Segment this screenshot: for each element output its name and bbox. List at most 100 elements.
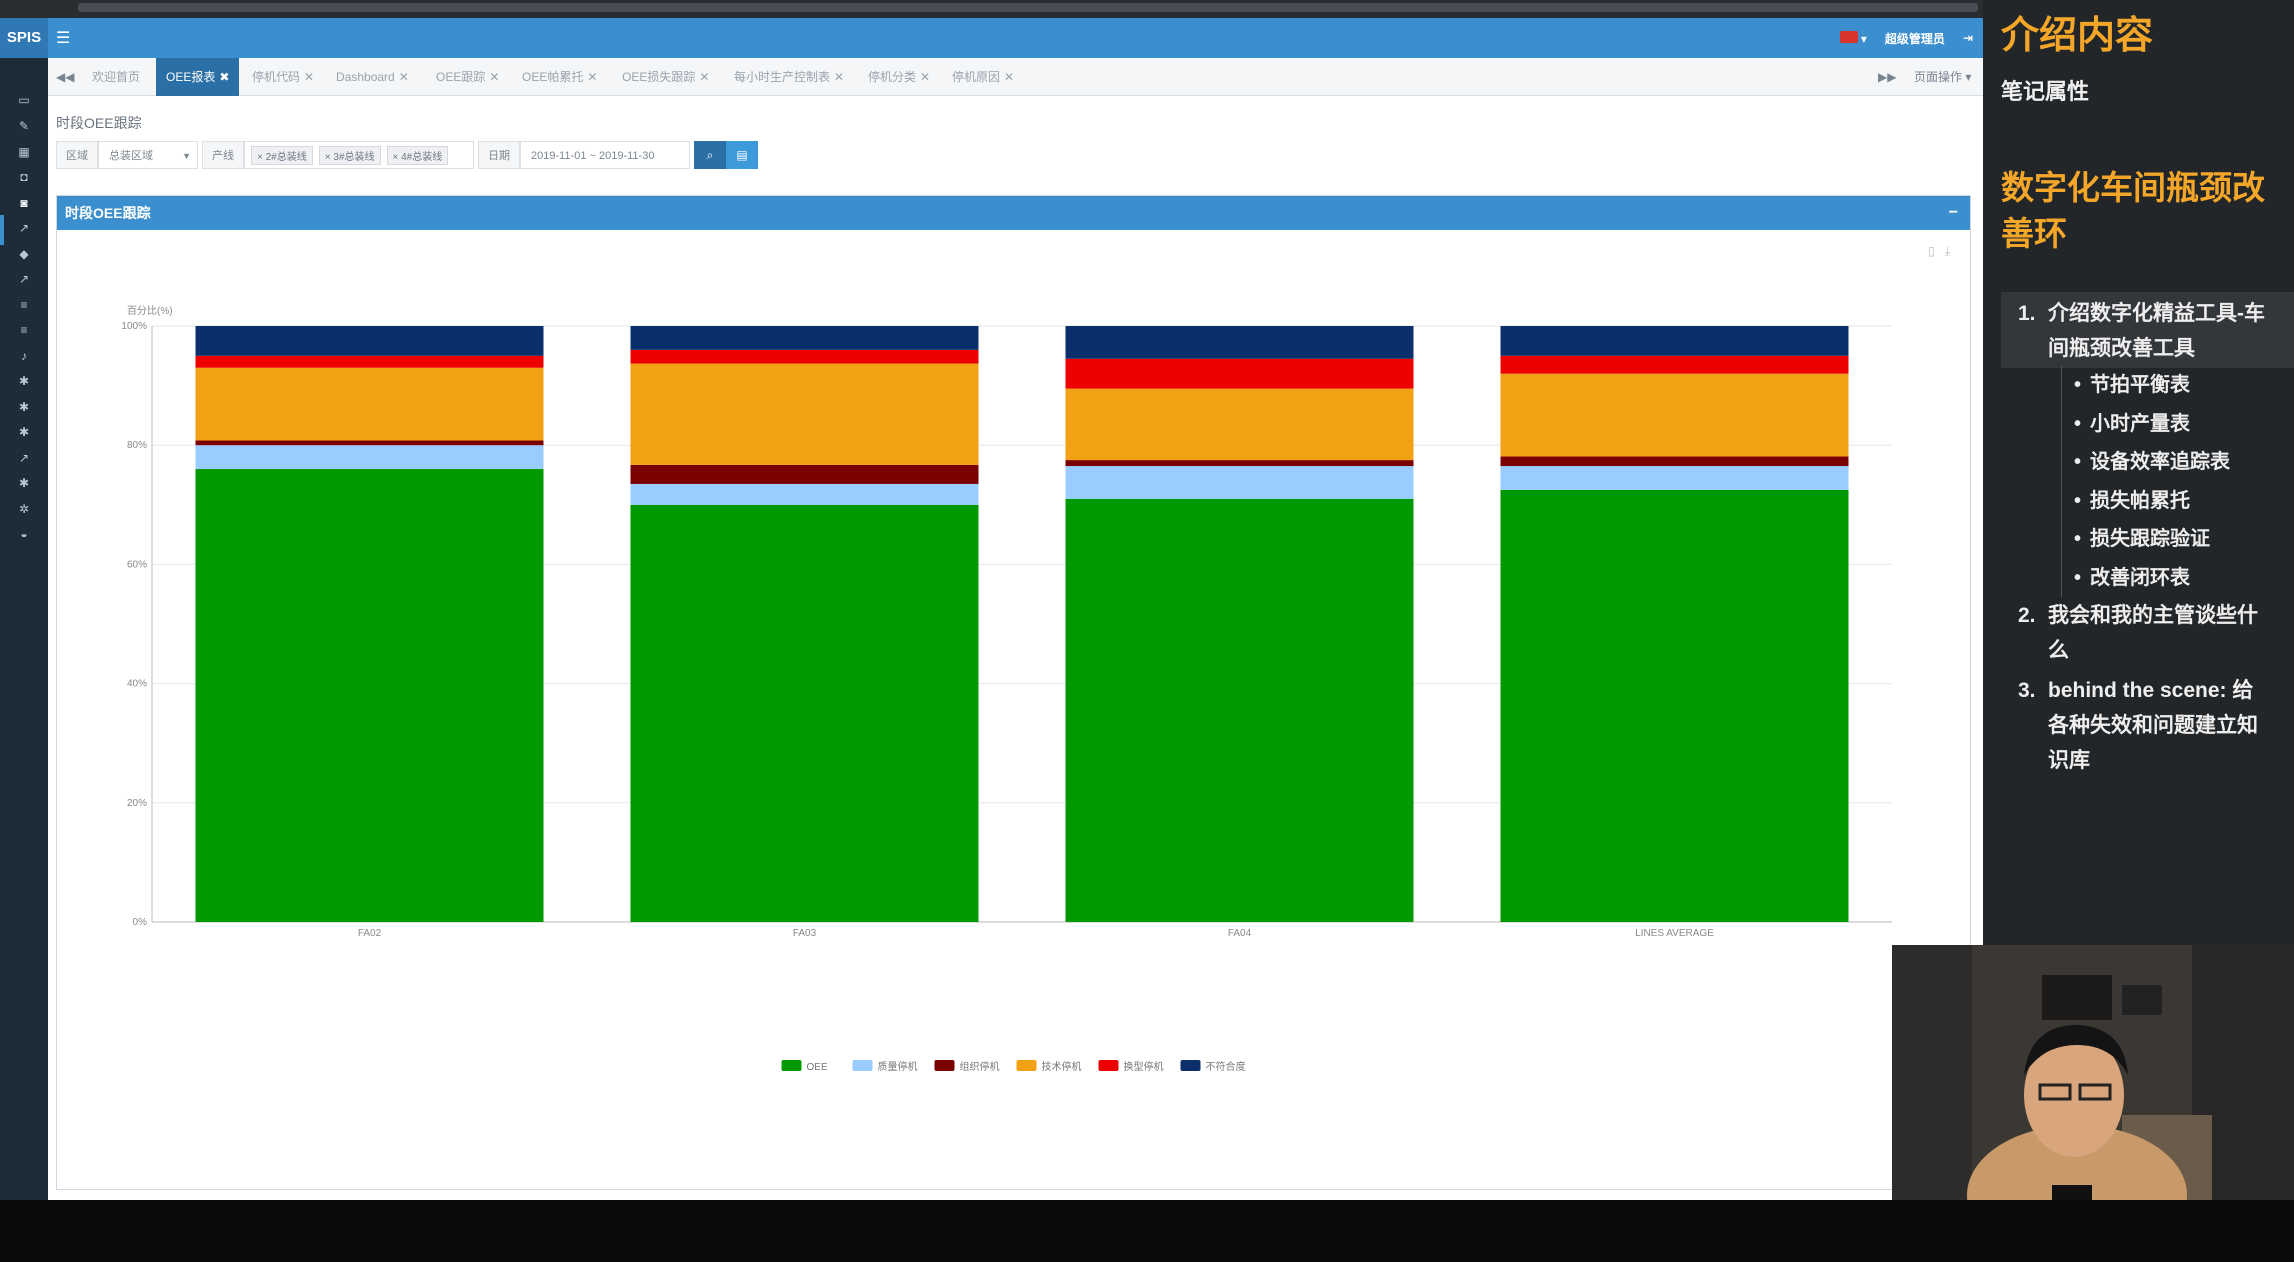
bar-segment [1500, 489, 1849, 922]
bar-segment [1500, 355, 1849, 374]
tab-downtime-category[interactable]: 停机分类 ✕ [858, 58, 940, 96]
tab-oee-pareto[interactable]: OEE帕累托 ✕ [512, 58, 607, 96]
table-icon[interactable]: ≡ [17, 323, 31, 337]
bar-segment [630, 363, 979, 465]
logout-icon[interactable]: ⇥ [1963, 31, 1973, 45]
tab-downtime-reason[interactable]: 停机原因 ✕ [942, 58, 1024, 96]
note-item-num: 3. [2018, 679, 2036, 702]
user-name[interactable]: 超级管理员 [1885, 30, 1945, 47]
tab-dashboard[interactable]: Dashboard ✕ [326, 58, 419, 96]
close-icon[interactable]: ✕ [920, 70, 930, 84]
legend-swatch [1098, 1060, 1119, 1071]
search-icon: ⌕ [706, 148, 714, 162]
line-chart-icon[interactable]: ↗ [17, 221, 31, 235]
monitor-icon[interactable]: ▭ [17, 93, 31, 107]
search-button[interactable]: ⌕ [694, 141, 726, 169]
oee-panel: 时段OEE跟踪 − ▯ ⤓ 0% 20% 40% 60% 80% 100% 百分比(%) FA… [56, 195, 1971, 1190]
line-chip[interactable]: × 2#总装线 [251, 145, 313, 165]
date-range-input[interactable]: 2019-11-01 ~ 2019-11-30 [520, 141, 690, 169]
camera-icon[interactable]: ◘ [17, 170, 31, 184]
notes-title: 介绍内容 [2001, 15, 2154, 57]
note-subitem: 设备效率追踪表 [2062, 443, 2230, 482]
x-tick-label: FA02 [358, 928, 382, 939]
bar-segment [1065, 388, 1414, 461]
wrench-icon[interactable]: ✱ [17, 476, 31, 490]
bar-segment [1065, 460, 1414, 467]
y-axis-label: 百分比(%) [127, 305, 173, 317]
chevron-down-icon: ▼ [182, 151, 191, 161]
y-tick-label: 0% [133, 917, 148, 928]
y-tick-label: 20% [127, 798, 147, 809]
note-item-text: 间瓶颈改善工具 [2048, 337, 2195, 360]
close-icon[interactable]: ✕ [304, 70, 314, 84]
shield-icon[interactable]: ◆ [17, 247, 31, 261]
close-icon[interactable]: ✕ [834, 70, 844, 84]
bar-segment [1500, 326, 1849, 356]
line-chip[interactable]: × 3#总装线 [318, 145, 381, 165]
presenter-webcam [1892, 945, 2294, 1227]
area-select[interactable]: 总装区域 ▼ [98, 141, 198, 169]
language-flag-icon[interactable]: ▾ [1839, 30, 1867, 46]
bar-segment [630, 504, 979, 922]
tab-next-icon[interactable]: ▶▶ [1878, 58, 1896, 96]
legend-swatch [852, 1060, 873, 1071]
bar-segment [195, 469, 544, 922]
area-chart-icon[interactable]: ↗ [17, 451, 31, 465]
tab-oee-tracking[interactable]: OEE跟踪 ✕ [426, 58, 509, 96]
note-subitem: 改善闭环表 [2062, 559, 2230, 598]
bar-segment [1065, 358, 1414, 389]
note-subitem: 损失帕累托 [2062, 482, 2230, 521]
cogs-icon[interactable]: ✲ [17, 502, 31, 516]
legend-swatch [1016, 1060, 1037, 1071]
edit-icon[interactable]: ✎ [17, 119, 31, 133]
close-icon[interactable]: ✕ [1004, 70, 1014, 84]
bar-segment [195, 326, 544, 356]
close-icon[interactable]: ✖ [219, 70, 229, 84]
close-icon[interactable]: ✕ [489, 70, 499, 84]
spis-app: SPIS ☰ ▾ 超级管理员 ⇥ ▭ ✎ ▦ ◘ ◙ ↗ ◆ ↗ ≡ ≡ ♪ ✱… [0, 18, 1983, 1200]
line-chip[interactable]: × 4#总装线 [386, 145, 449, 165]
close-icon[interactable]: ✕ [587, 70, 597, 84]
sidebar: ▭ ✎ ▦ ◘ ◙ ↗ ◆ ↗ ≡ ≡ ♪ ✱ ✱ ✱ ↗ ✱ ✲ ◒ [0, 58, 48, 1200]
notes-heading: 数字化车间瓶颈改善环 [2001, 169, 2265, 252]
settings-icon[interactable]: ✱ [17, 425, 31, 439]
date-label: 日期 [478, 141, 520, 169]
x-tick-label: FA04 [1228, 928, 1252, 939]
tab-hourly-control[interactable]: 每小时生产控制表 ✕ [724, 58, 854, 96]
legend-label: 组织停机 [960, 1060, 1000, 1073]
tab-oee-report[interactable]: OEE报表 ✖ [156, 58, 240, 96]
list-icon[interactable]: ≡ [17, 298, 31, 312]
trend-icon[interactable]: ↗ [17, 272, 31, 286]
y-tick-label: 60% [127, 559, 147, 570]
line-multiselect[interactable]: × 2#总装线 × 3#总装线 × 4#总装线 [244, 141, 474, 169]
bell-icon[interactable]: ♪ [17, 349, 31, 363]
note-item-text: 识库 [2048, 749, 2090, 772]
oee-icon[interactable]: ◙ [17, 196, 31, 210]
gear-icon[interactable]: ✱ [17, 374, 31, 388]
tab-downtime-code[interactable]: 停机代码 ✕ [242, 58, 324, 96]
bar-segment [630, 349, 979, 364]
bar-segment [630, 464, 979, 484]
minimize-icon[interactable]: − [1949, 196, 1958, 230]
bar-segment [630, 483, 979, 505]
bar-segment [195, 440, 544, 446]
menu-icon[interactable]: ☰ [56, 28, 70, 48]
tab-welcome[interactable]: 欢迎首页 [82, 58, 150, 96]
tab-oee-loss-tracking[interactable]: OEE损失跟踪 ✕ [612, 58, 719, 96]
cog-icon[interactable]: ✱ [17, 400, 31, 414]
dashboard-icon[interactable]: ◒ [17, 527, 31, 541]
note-item-num: 1. [2018, 302, 2036, 325]
legend-label: 技术停机 [1042, 1060, 1082, 1073]
calendar-icon[interactable]: ▦ [17, 145, 31, 159]
note-subitems: 节拍平衡表 小时产量表 设备效率追踪表 损失帕累托 损失跟踪验证 改善闭环表 [2061, 366, 2230, 597]
legend-label: 换型停机 [1124, 1060, 1164, 1073]
tab-prev-icon[interactable]: ◀◀ [56, 58, 74, 96]
presenter-video [1892, 945, 2294, 1227]
y-tick-label: 40% [127, 679, 147, 690]
bar-segment [1500, 466, 1849, 490]
page-ops-menu[interactable]: 页面操作 ▾ [1914, 58, 1971, 96]
close-icon[interactable]: ✕ [399, 70, 409, 84]
bar-segment [630, 326, 979, 350]
close-icon[interactable]: ✕ [699, 70, 709, 84]
table-view-button[interactable]: ▤ [726, 141, 758, 169]
